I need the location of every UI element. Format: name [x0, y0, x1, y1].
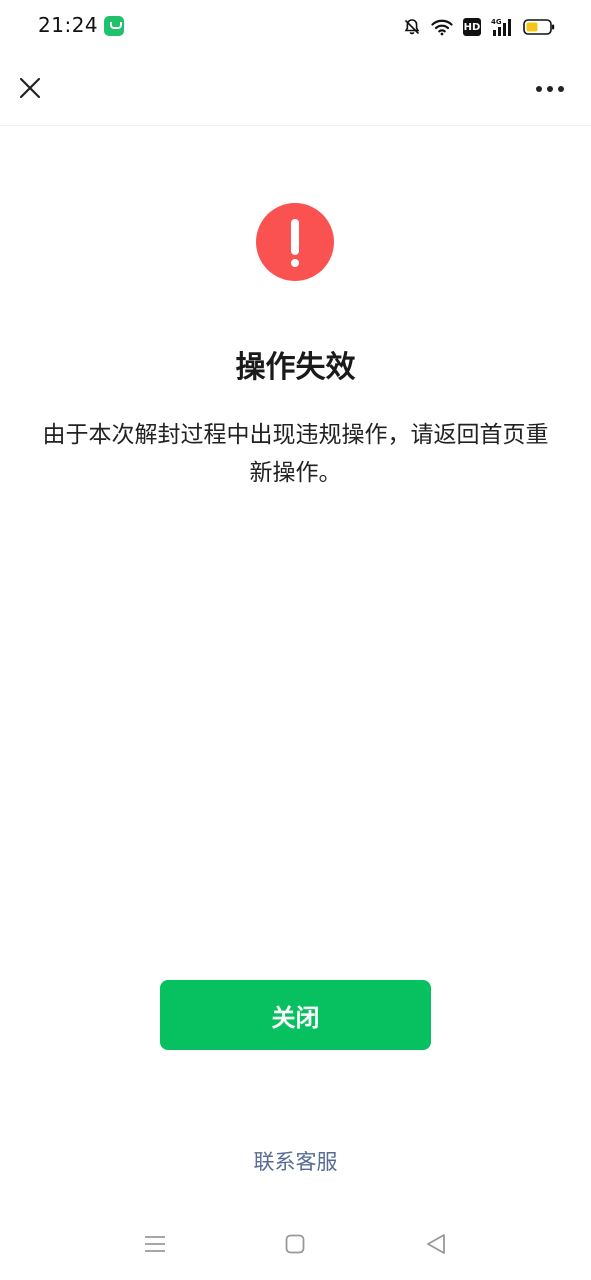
wifi-icon — [431, 19, 453, 36]
page-description: 由于本次解封过程中出现违规操作，请返回首页重新操作。 — [42, 422, 549, 486]
nav-bar — [0, 54, 591, 126]
status-bar: 21:24 HD 4G — [0, 0, 591, 54]
status-icons: HD 4G — [403, 14, 555, 40]
back-icon[interactable] — [426, 1233, 446, 1255]
hd-icon: HD — [463, 18, 481, 36]
cellular-signal-icon: 4G — [491, 18, 511, 36]
app-notification-icon — [104, 16, 124, 36]
battery-icon — [523, 19, 555, 35]
more-icon[interactable] — [535, 84, 565, 94]
status-time: 21:24 — [38, 13, 99, 37]
close-icon[interactable] — [18, 76, 42, 100]
network-type-label: 4G — [491, 18, 502, 26]
system-nav-bar — [0, 1220, 591, 1270]
bell-muted-icon — [404, 19, 420, 35]
page-title: 操作失效 — [235, 350, 356, 385]
close-button[interactable]: 关闭 — [160, 980, 431, 1050]
contact-support-link[interactable]: 联系客服 — [0, 1146, 591, 1176]
home-icon[interactable] — [285, 1234, 305, 1254]
alert-icon — [256, 203, 334, 281]
screen: 21:24 HD 4G 操作失效 由于本次解封过程中出现违规操作，请返回首页重新… — [0, 0, 591, 1280]
menu-icon[interactable] — [144, 1234, 166, 1254]
